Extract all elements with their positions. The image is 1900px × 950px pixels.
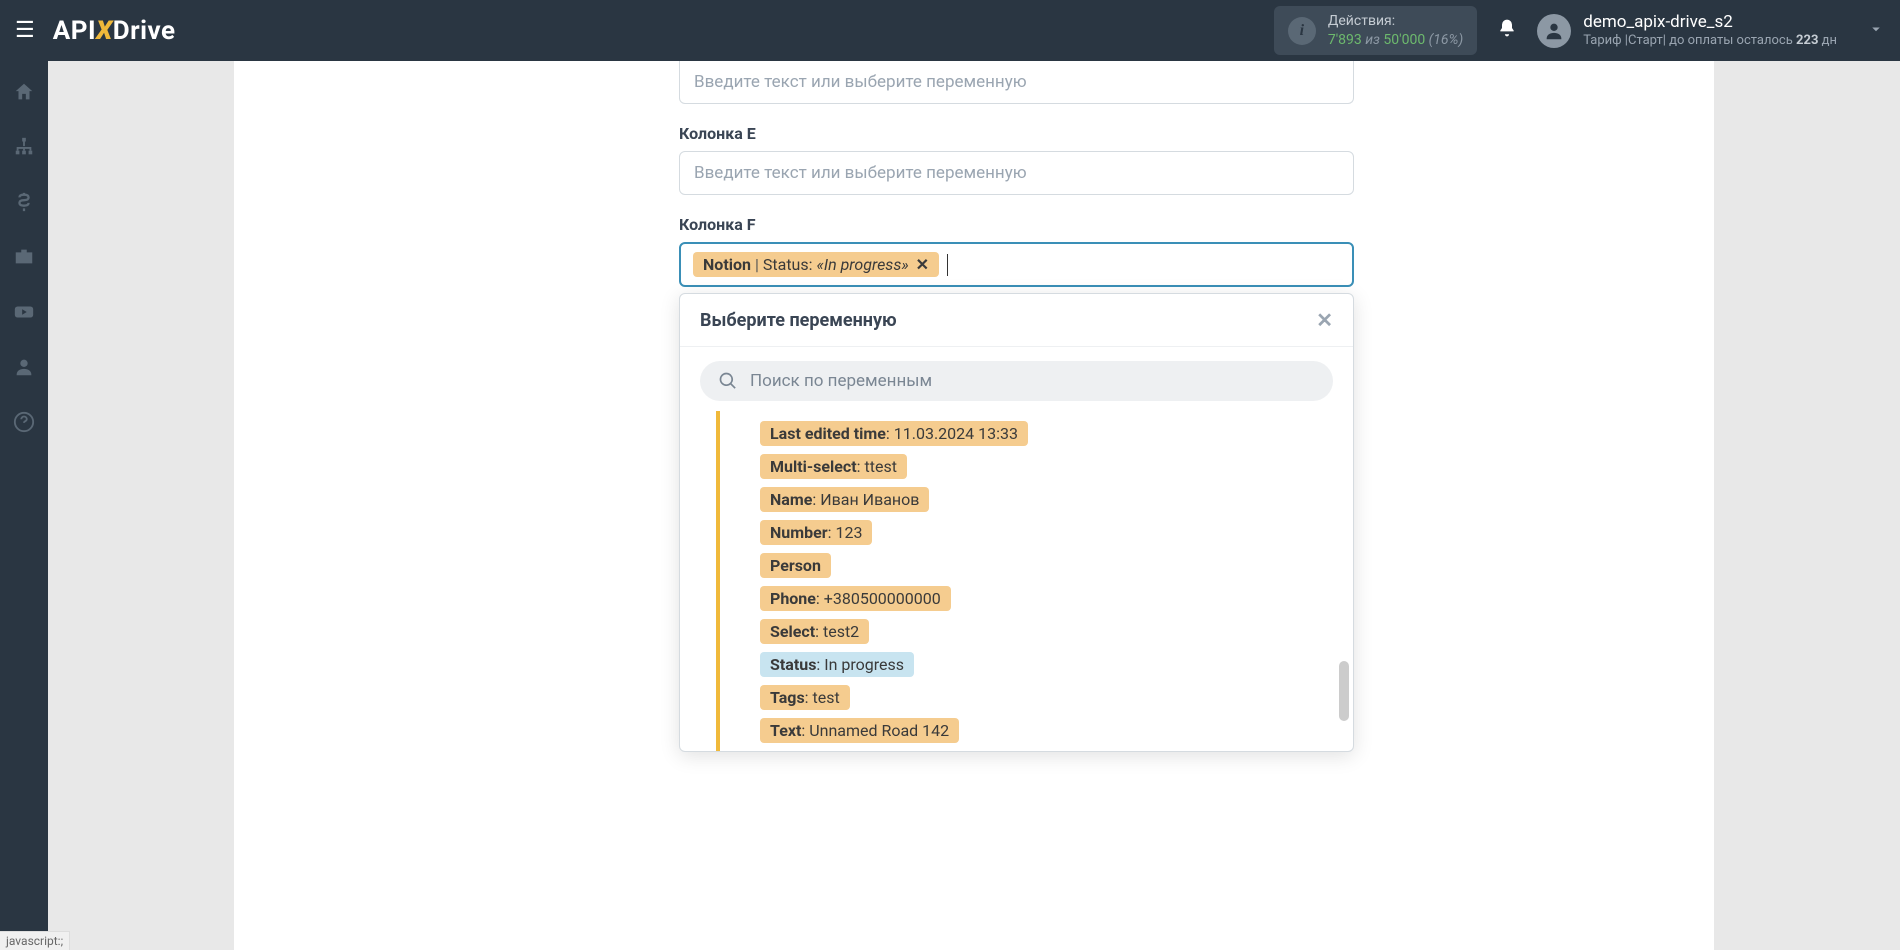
variable-list[interactable]: Last edited time: 11.03.2024 13:33 Multi-… — [716, 411, 1343, 751]
connections-icon[interactable] — [13, 136, 35, 163]
home-icon[interactable] — [13, 81, 35, 108]
variable-option[interactable]: Last edited time: 11.03.2024 13:33 — [760, 421, 1028, 446]
main-panel: Колонка E Колонка F Notion | Status: «In… — [234, 61, 1714, 950]
actions-numbers: 7'893 из 50'000 (16%) — [1328, 31, 1463, 49]
logo-drive: Drive — [113, 16, 176, 46]
column-e-label: Колонка E — [679, 124, 1354, 143]
selected-variable-chip[interactable]: Notion | Status: «In progress» ✕ — [693, 252, 939, 277]
column-e-input[interactable] — [679, 151, 1354, 195]
column-f-input[interactable]: Notion | Status: «In progress» ✕ — [679, 242, 1354, 287]
menu-toggle-icon[interactable]: ☰ — [15, 18, 35, 43]
browser-status-bar: javascript:; — [0, 931, 70, 950]
variable-option[interactable]: Multi-select: ttest — [760, 454, 907, 479]
info-icon: i — [1288, 17, 1316, 45]
chevron-down-icon[interactable] — [1837, 20, 1885, 42]
text-cursor — [947, 254, 948, 276]
variable-dropdown: Выберите переменную ✕ Last edited time: … — [679, 293, 1354, 752]
variable-search[interactable] — [700, 361, 1333, 401]
logo-api: API — [53, 16, 96, 46]
briefcase-icon[interactable] — [13, 246, 35, 273]
logo[interactable]: APIXDrive — [53, 16, 176, 46]
topbar: ☰ APIXDrive i Действия: 7'893 из 50'000 … — [0, 0, 1900, 61]
user-name: demo_apix-drive_s2 — [1583, 11, 1837, 33]
logo-x: X — [96, 16, 113, 46]
user-info[interactable]: demo_apix-drive_s2 Тариф |Старт| до опла… — [1583, 11, 1837, 50]
variable-option[interactable]: Phone: +380500000000 — [760, 586, 951, 611]
profile-icon[interactable] — [13, 356, 35, 383]
search-icon — [718, 371, 738, 391]
billing-icon[interactable] — [13, 191, 35, 218]
actions-counter[interactable]: i Действия: 7'893 из 50'000 (16%) — [1274, 6, 1477, 54]
variable-option[interactable]: Name: Иван Иванов — [760, 487, 929, 512]
close-icon[interactable]: ✕ — [1316, 308, 1333, 332]
actions-label: Действия: — [1328, 12, 1463, 30]
user-tariff: Тариф |Старт| до оплаты осталось 223 дн — [1583, 33, 1837, 50]
bell-icon[interactable] — [1497, 18, 1517, 43]
column-d-input[interactable] — [679, 61, 1354, 104]
variable-option[interactable]: Tags: test — [760, 685, 850, 710]
sidebar — [0, 61, 48, 950]
variable-option[interactable]: Select: test2 — [760, 619, 869, 644]
help-icon[interactable] — [13, 411, 35, 438]
column-f-label: Колонка F — [679, 215, 1354, 234]
variable-search-input[interactable] — [750, 371, 1315, 391]
chip-remove-icon[interactable]: ✕ — [916, 255, 929, 274]
video-icon[interactable] — [13, 301, 35, 328]
dropdown-title: Выберите переменную — [700, 310, 897, 331]
variable-option[interactable]: Number: 123 — [760, 520, 872, 545]
content-area: Колонка E Колонка F Notion | Status: «In… — [48, 61, 1900, 950]
variable-option[interactable]: Text: Unnamed Road 142 — [760, 718, 959, 743]
scrollbar-thumb[interactable] — [1339, 661, 1349, 721]
variable-option[interactable]: Person — [760, 553, 831, 578]
avatar-icon[interactable] — [1537, 14, 1571, 48]
variable-option[interactable]: Status: In progress — [760, 652, 914, 677]
